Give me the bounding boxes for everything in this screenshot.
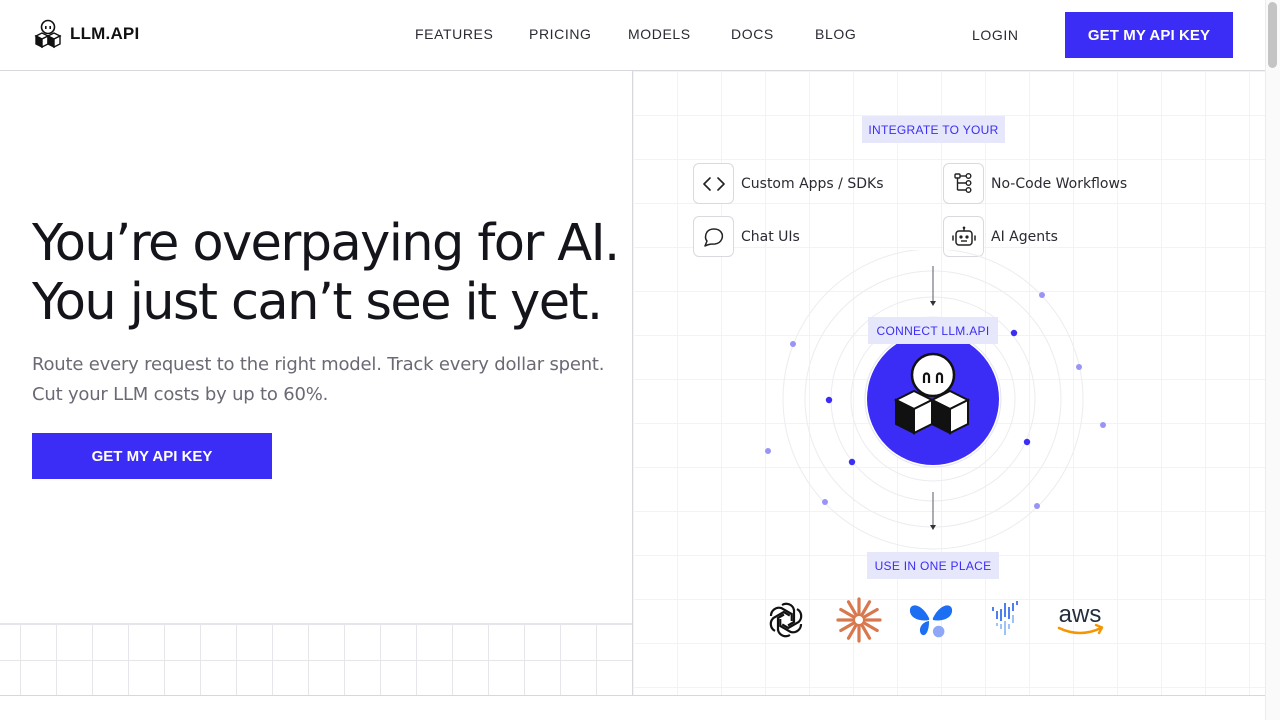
scrollbar-thumb[interactable] — [1268, 2, 1277, 68]
aws-logo-icon: aws — [1054, 597, 1106, 643]
hero-subtitle-line-1: Route every request to the right model. … — [32, 354, 605, 375]
brand-logo[interactable]: LLM.API — [34, 19, 139, 49]
nav-link-models[interactable]: MODELS — [628, 26, 691, 42]
nav-link-features[interactable]: FEATURES — [415, 26, 493, 42]
nav-link-pricing[interactable]: PRICING — [529, 26, 592, 42]
integration-label: AI Agents — [991, 228, 1058, 245]
dotted-v-logo-icon — [982, 597, 1028, 643]
connection-orbit-diagram — [765, 250, 1106, 550]
aws-logo-text: aws — [1059, 601, 1102, 628]
get-api-key-button-hero[interactable]: GET MY API KEY — [32, 433, 272, 479]
integration-custom-apps: Custom Apps / SDKs — [693, 163, 884, 204]
use-label: USE IN ONE PLACE — [867, 552, 999, 579]
integration-label: No-Code Workflows — [991, 175, 1128, 192]
anthropic-burst-logo-icon — [836, 597, 882, 643]
integration-label: Custom Apps / SDKs — [741, 175, 884, 192]
logo-mascot-icon — [34, 19, 62, 49]
page-scrollbar[interactable] — [1265, 0, 1280, 720]
get-api-key-button-header[interactable]: GET MY API KEY — [1065, 12, 1233, 58]
integration-label: Chat UIs — [741, 228, 800, 245]
hero-title-line-1: You’re overpaying for AI. — [32, 214, 620, 273]
hero-subtitle: Route every request to the right model. … — [32, 350, 605, 410]
workflow-tree-icon — [943, 163, 984, 204]
top-navbar: LLM.API FEATURES PRICING MODELS DOCS BLO… — [0, 0, 1265, 71]
nav-link-blog[interactable]: BLOG — [815, 26, 856, 42]
integrate-label: INTEGRATE TO YOUR — [862, 116, 1005, 143]
butterfly-logo-icon — [908, 597, 954, 643]
section-bottom-border — [0, 695, 1265, 696]
brand-name: LLM.API — [70, 24, 140, 43]
hero-title-line-2: You just can’t see it yet. — [32, 273, 603, 332]
login-link[interactable]: LOGIN — [972, 27, 1019, 43]
integration-no-code-workflows: No-Code Workflows — [943, 163, 1127, 204]
hero-title: You’re overpaying for AI. You just can’t… — [32, 214, 620, 332]
nav-link-docs[interactable]: DOCS — [731, 26, 774, 42]
connect-label: CONNECT LLM.API — [868, 317, 998, 344]
decorative-grid — [0, 623, 632, 695]
code-brackets-icon — [693, 163, 734, 204]
hero-subtitle-line-2: Cut your LLM costs by up to 60%. — [32, 384, 329, 405]
openai-logo-icon — [763, 597, 809, 643]
